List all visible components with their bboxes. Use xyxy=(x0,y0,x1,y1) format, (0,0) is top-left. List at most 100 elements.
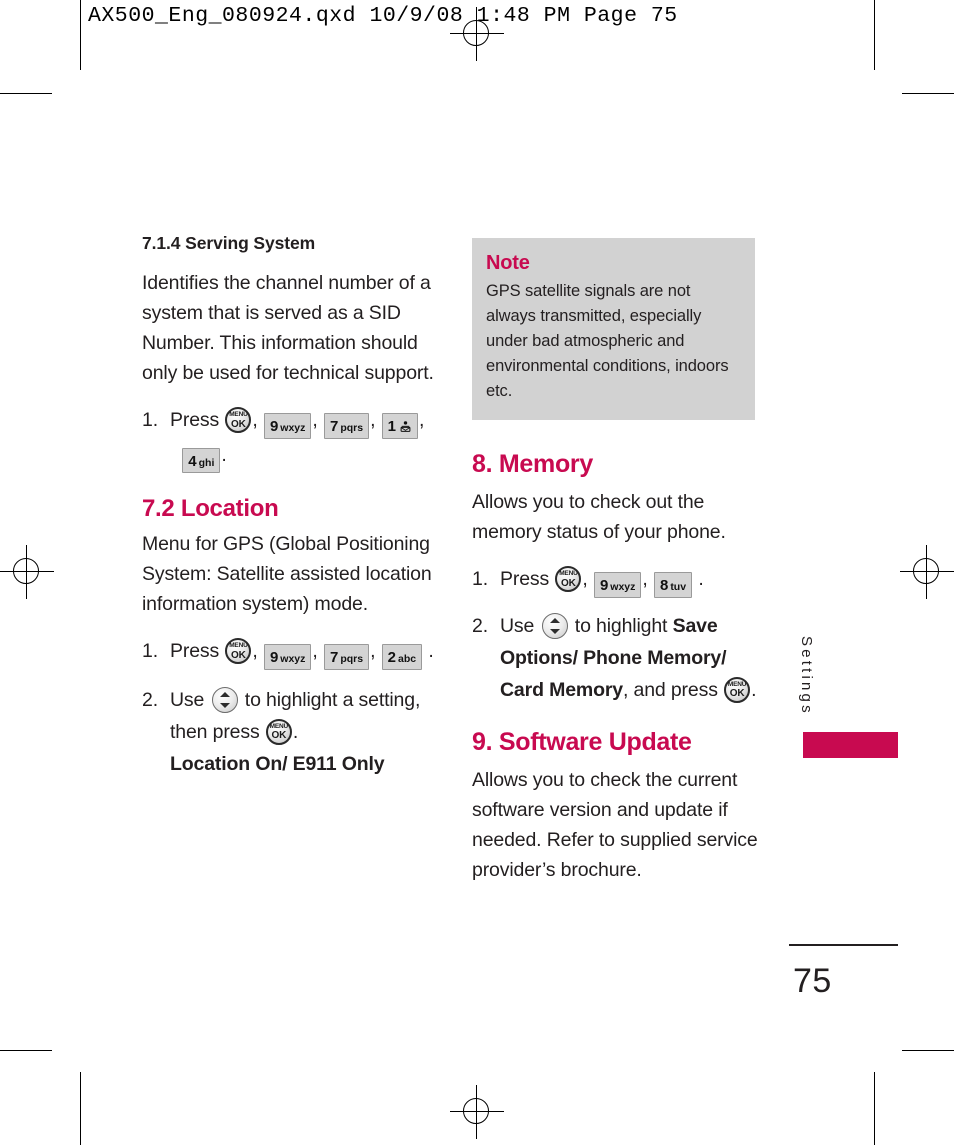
heading-7-1-4: 7.1.4 Serving System xyxy=(142,233,316,253)
key-letters: abc xyxy=(397,653,417,665)
heading-9-software-update: 9. Software Update xyxy=(472,727,692,756)
key-digit: 9 xyxy=(269,418,279,435)
step-label-middle: to highlight xyxy=(574,614,668,637)
key-digit: 7 xyxy=(329,649,339,666)
step-number: 2. xyxy=(472,614,488,637)
menu-ok-key-icon[interactable]: MENU OK xyxy=(724,676,751,703)
menu-ok-key-icon[interactable]: MENU OK xyxy=(225,407,252,433)
key-9-wxyz-icon[interactable]: 9 wxyz xyxy=(593,572,642,598)
step-label: Press xyxy=(500,568,550,590)
registration-mark-bottom xyxy=(450,1085,504,1139)
crop-mark-bottom-right-horizontal xyxy=(902,1050,954,1051)
comma: , xyxy=(252,409,258,431)
key-4-ghi-icon[interactable]: 4 ghi xyxy=(182,447,221,473)
key-2-abc-icon[interactable]: 2 abc xyxy=(381,644,423,670)
side-tab-color-bar xyxy=(803,732,898,758)
step-label-after: , and press xyxy=(622,678,718,701)
comma: , xyxy=(312,640,318,662)
menu-ok-key-icon[interactable]: MENU OK xyxy=(265,718,292,745)
comma: , xyxy=(312,409,318,431)
step-number: 1. xyxy=(472,568,488,590)
body-8-memory: Allows you to check out the memory statu… xyxy=(472,491,726,543)
step-label: Press xyxy=(170,640,220,662)
crop-mark-bottom-left-vertical xyxy=(80,1072,81,1145)
navigation-key-icon[interactable] xyxy=(541,612,568,639)
step-8-2: 2. Use to highlight Save Options/ Phone … xyxy=(472,610,772,706)
heading-7-2: 7.2 Location xyxy=(142,495,279,522)
menu-ok-key-top-label: MENU xyxy=(229,642,248,649)
key-9-wxyz-icon[interactable]: 9 wxyz xyxy=(263,413,312,439)
step-7-1-4-1: 1. Press MENU OK , 9 wxyz, 7 pqrs, 1, 4 ghi… xyxy=(142,404,434,473)
menu-ok-key-top-label: MENU xyxy=(559,570,578,577)
voicemail-icon xyxy=(399,418,412,432)
step-label-before: Use xyxy=(500,614,535,637)
side-tab-settings: Settings xyxy=(798,636,820,746)
menu-ok-key-icon[interactable]: MENU OK xyxy=(555,566,582,592)
page-number: 75 xyxy=(793,962,832,1000)
menu-ok-key-bottom-label: OK xyxy=(231,418,246,430)
key-letters: ghi xyxy=(198,456,215,469)
key-8-tuv-icon[interactable]: 8 tuv xyxy=(653,572,693,598)
key-letters: pqrs xyxy=(340,422,364,434)
key-letters: tuv xyxy=(670,581,687,593)
right-column: Note GPS satellite signals are not alway… xyxy=(472,238,772,901)
menu-ok-key-top-label: MENU xyxy=(727,680,747,688)
key-letters: wxyz xyxy=(280,653,306,665)
menu-ok-key-top-label: MENU xyxy=(269,722,289,730)
note-body: GPS satellite signals are not always tra… xyxy=(486,282,729,400)
navigation-key-icon[interactable] xyxy=(211,686,238,713)
body-7-2: Menu for GPS (Global Positioning System:… xyxy=(142,533,432,615)
step-8-1: 1. Press MENU OK , 9 wxyz, 8 tuv . xyxy=(472,563,772,598)
comma: , xyxy=(370,409,376,431)
step-trailing: . xyxy=(751,678,757,701)
step-trailing: . xyxy=(698,568,704,590)
step-number: 2. xyxy=(142,688,158,711)
registration-mark-right xyxy=(900,545,954,599)
crop-mark-top-right-horizontal xyxy=(902,93,954,94)
menu-ok-key-bottom-label: OK xyxy=(231,649,246,661)
key-7-pqrs-icon[interactable]: 7 pqrs xyxy=(323,413,370,439)
step-number: 1. xyxy=(142,640,158,662)
print-slug-line: AX500_Eng_080924.qxd 10/9/08 1:48 PM Pag… xyxy=(88,4,678,28)
body-7-1-4: Identifies the channel number of a syste… xyxy=(142,272,434,384)
side-tab-label: Settings xyxy=(798,636,815,716)
key-7-pqrs-icon[interactable]: 7 pqrs xyxy=(323,644,370,670)
comma: , xyxy=(418,409,425,431)
comma: , xyxy=(582,568,588,590)
body-9-software-update: Allows you to check the current software… xyxy=(472,768,758,881)
key-digit: 4 xyxy=(188,452,197,470)
note-title: Note xyxy=(486,252,530,274)
key-digit: 1 xyxy=(387,418,396,435)
key-1-voicemail-icon[interactable]: 1 xyxy=(381,413,418,439)
comma: , xyxy=(642,568,648,590)
arrow-down-icon xyxy=(219,702,230,708)
arrow-up-icon xyxy=(549,617,560,623)
folio-rule xyxy=(789,944,898,946)
crop-mark-bottom-left-horizontal xyxy=(0,1050,52,1051)
heading-8-memory: 8. Memory xyxy=(472,450,593,478)
step-7-2-1: 1. Press MENU OK , 9 wxyz, 7 pqrs, 2 abc . xyxy=(142,635,434,670)
crop-mark-bottom-right-vertical xyxy=(874,1072,875,1145)
key-9-wxyz-icon[interactable]: 9 wxyz xyxy=(263,644,312,670)
menu-ok-key-bottom-label: OK xyxy=(729,688,745,699)
key-letters: pqrs xyxy=(340,653,364,665)
key-digit: 9 xyxy=(269,649,279,666)
crop-mark-top-left-horizontal xyxy=(0,93,52,94)
arrow-up-icon xyxy=(219,691,230,697)
step-label: Press xyxy=(170,409,220,431)
left-column: 7.1.4 Serving System Identifies the chan… xyxy=(142,233,434,790)
crop-mark-top-left-vertical xyxy=(80,0,81,70)
key-letters: wxyz xyxy=(610,581,636,593)
key-digit: 7 xyxy=(329,418,339,435)
comma: , xyxy=(252,640,258,662)
step-label-before: Use xyxy=(170,688,205,711)
menu-ok-key-bottom-label: OK xyxy=(271,730,287,741)
arrow-down-icon xyxy=(549,628,560,634)
key-letters: wxyz xyxy=(280,422,306,434)
key-digit: 2 xyxy=(387,649,396,666)
menu-ok-key-bottom-label: OK xyxy=(561,577,576,589)
registration-mark-left xyxy=(0,545,54,599)
menu-ok-key-icon[interactable]: MENU OK xyxy=(225,638,252,664)
crop-mark-top-right-vertical xyxy=(874,0,875,70)
key-digit: 9 xyxy=(599,577,609,594)
